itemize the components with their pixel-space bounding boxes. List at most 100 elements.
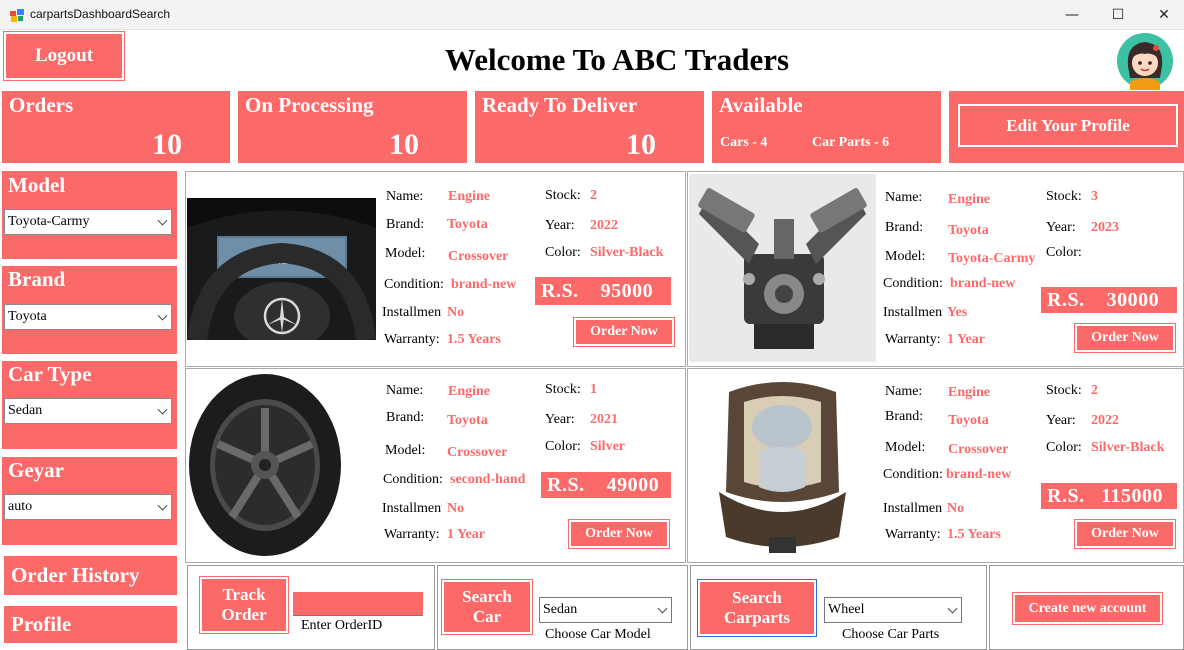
minimize-button[interactable]: — xyxy=(1049,0,1095,30)
condition-label: Condition: xyxy=(383,472,443,487)
product-name: Engine xyxy=(448,189,491,204)
order-now-button[interactable]: Order Now xyxy=(1074,323,1176,353)
processing-stat-title: On Processing xyxy=(245,93,374,117)
product-condition: brand-new xyxy=(950,276,1016,291)
product-price: R.S. 30000 xyxy=(1041,287,1177,313)
product-year: 2021 xyxy=(590,412,618,427)
car-type-select[interactable]: Sedan xyxy=(4,398,172,424)
track-order-button[interactable]: Track Order xyxy=(199,576,289,634)
brand-select[interactable]: Toyota xyxy=(4,304,172,330)
gear-select[interactable]: auto xyxy=(4,494,172,520)
year-label: Year: xyxy=(1046,220,1076,235)
model-label: Model: xyxy=(385,246,426,261)
product-model: Toyota-Carmy xyxy=(948,251,1036,266)
order-now-button[interactable]: Order Now xyxy=(1074,519,1176,549)
warranty-label: Warranty: xyxy=(384,332,440,347)
product-brand: Toyota xyxy=(447,217,488,232)
color-label: Color: xyxy=(545,439,581,454)
create-account-button[interactable]: Create new account xyxy=(1012,592,1163,625)
logout-button[interactable]: Logout xyxy=(3,31,125,81)
product-warranty: 1.5 Years xyxy=(947,527,1001,542)
name-label: Name: xyxy=(386,383,424,398)
maximize-button[interactable]: ☐ xyxy=(1095,0,1141,30)
brand-label: Brand: xyxy=(885,409,924,424)
product-year: 2022 xyxy=(1091,413,1119,428)
product-year: 2023 xyxy=(1091,220,1119,235)
order-now-button[interactable]: Order Now xyxy=(568,519,670,549)
product-warranty: 1 Year xyxy=(447,527,485,542)
stock-label: Stock: xyxy=(1046,189,1082,204)
installment-label: Installment xyxy=(382,501,442,516)
order-now-button[interactable]: Order Now xyxy=(573,317,675,347)
name-label: Name: xyxy=(885,190,923,205)
chevron-down-icon xyxy=(157,215,168,226)
close-button[interactable]: ✕ xyxy=(1141,0,1184,30)
year-label: Year: xyxy=(545,412,575,427)
avatar[interactable] xyxy=(1116,32,1174,90)
product-condition: brand-new xyxy=(946,467,1012,482)
search-car-button[interactable]: Search Car xyxy=(441,579,533,635)
steering-wheel-image: 41 xyxy=(187,198,376,340)
car-type-select-value: Sedan xyxy=(8,403,43,418)
condition-label: Condition: xyxy=(883,467,943,482)
product-stock: 2 xyxy=(590,188,597,203)
car-parts-select[interactable]: Wheel xyxy=(824,597,962,623)
car-seat-image xyxy=(689,372,876,558)
brand-select-value: Toyota xyxy=(8,309,47,324)
processing-stat-value: 10 xyxy=(389,128,419,161)
orders-stat-card: Orders 10 xyxy=(2,91,230,163)
model-select-value: Toyota-Carmy xyxy=(8,214,90,229)
product-color: Silver xyxy=(590,439,625,454)
product-installment: Yes xyxy=(947,305,968,320)
product-year: 2022 xyxy=(590,218,618,233)
search-carparts-button[interactable]: Search Carparts xyxy=(697,579,817,637)
profile-button[interactable]: Profile xyxy=(4,606,177,643)
model-label: Model: xyxy=(385,443,426,458)
installment-label: Installment xyxy=(883,501,943,516)
brand-label: Brand: xyxy=(386,410,425,425)
product-warranty: 1 Year xyxy=(947,332,985,347)
car-model-select-value: Sedan xyxy=(543,602,578,617)
stock-label: Stock: xyxy=(545,188,581,203)
product-brand: Toyota xyxy=(948,413,989,428)
available-cars-count: Cars - 4 xyxy=(720,135,768,150)
color-label: Color: xyxy=(545,245,581,260)
year-label: Year: xyxy=(1046,413,1076,428)
condition-label: Condition: xyxy=(384,277,444,292)
product-name: Engine xyxy=(948,385,991,400)
ready-stat-card: Ready To Deliver 10 xyxy=(475,91,704,163)
color-label: Color: xyxy=(1046,245,1082,260)
engine-image xyxy=(689,174,876,362)
product-price: R.S. 115000 xyxy=(1041,483,1177,509)
window-title: carpartsDashboardSearch xyxy=(30,7,171,21)
stock-label: Stock: xyxy=(545,382,581,397)
window-titlebar xyxy=(0,0,1184,30)
car-model-select[interactable]: Sedan xyxy=(539,597,672,623)
product-price: R.S. 49000 xyxy=(541,472,671,498)
welcome-heading: Welcome To ABC Traders xyxy=(444,42,790,77)
gear-select-value: auto xyxy=(8,499,33,514)
car-model-caption: Choose Car Model xyxy=(545,627,651,642)
color-label: Color: xyxy=(1046,440,1082,455)
stock-label: Stock: xyxy=(1046,383,1082,398)
product-stock: 3 xyxy=(1091,189,1098,204)
product-installment: No xyxy=(447,305,465,320)
product-brand: Toyota xyxy=(948,223,989,238)
model-filter-label: Model xyxy=(8,173,66,197)
order-history-button[interactable]: Order History xyxy=(4,556,177,595)
product-warranty: 1.5 Years xyxy=(447,332,501,347)
product-model: Crossover xyxy=(447,445,508,460)
edit-profile-card: Edit Your Profile xyxy=(949,91,1184,163)
model-select[interactable]: Toyota-Carmy xyxy=(4,209,172,235)
order-id-input[interactable] xyxy=(293,592,423,616)
product-name: Engine xyxy=(448,384,491,399)
installment-label: Installment xyxy=(883,305,943,320)
order-id-caption: Enter OrderID xyxy=(301,618,383,633)
edit-profile-button[interactable]: Edit Your Profile xyxy=(958,104,1178,147)
ready-stat-value: 10 xyxy=(626,128,656,161)
product-condition: second-hand xyxy=(450,472,526,487)
processing-stat-card: On Processing 10 xyxy=(238,91,467,163)
condition-label: Condition: xyxy=(883,276,943,291)
gear-filter-panel: Geyar auto xyxy=(2,457,177,545)
orders-stat-title: Orders xyxy=(9,93,74,117)
